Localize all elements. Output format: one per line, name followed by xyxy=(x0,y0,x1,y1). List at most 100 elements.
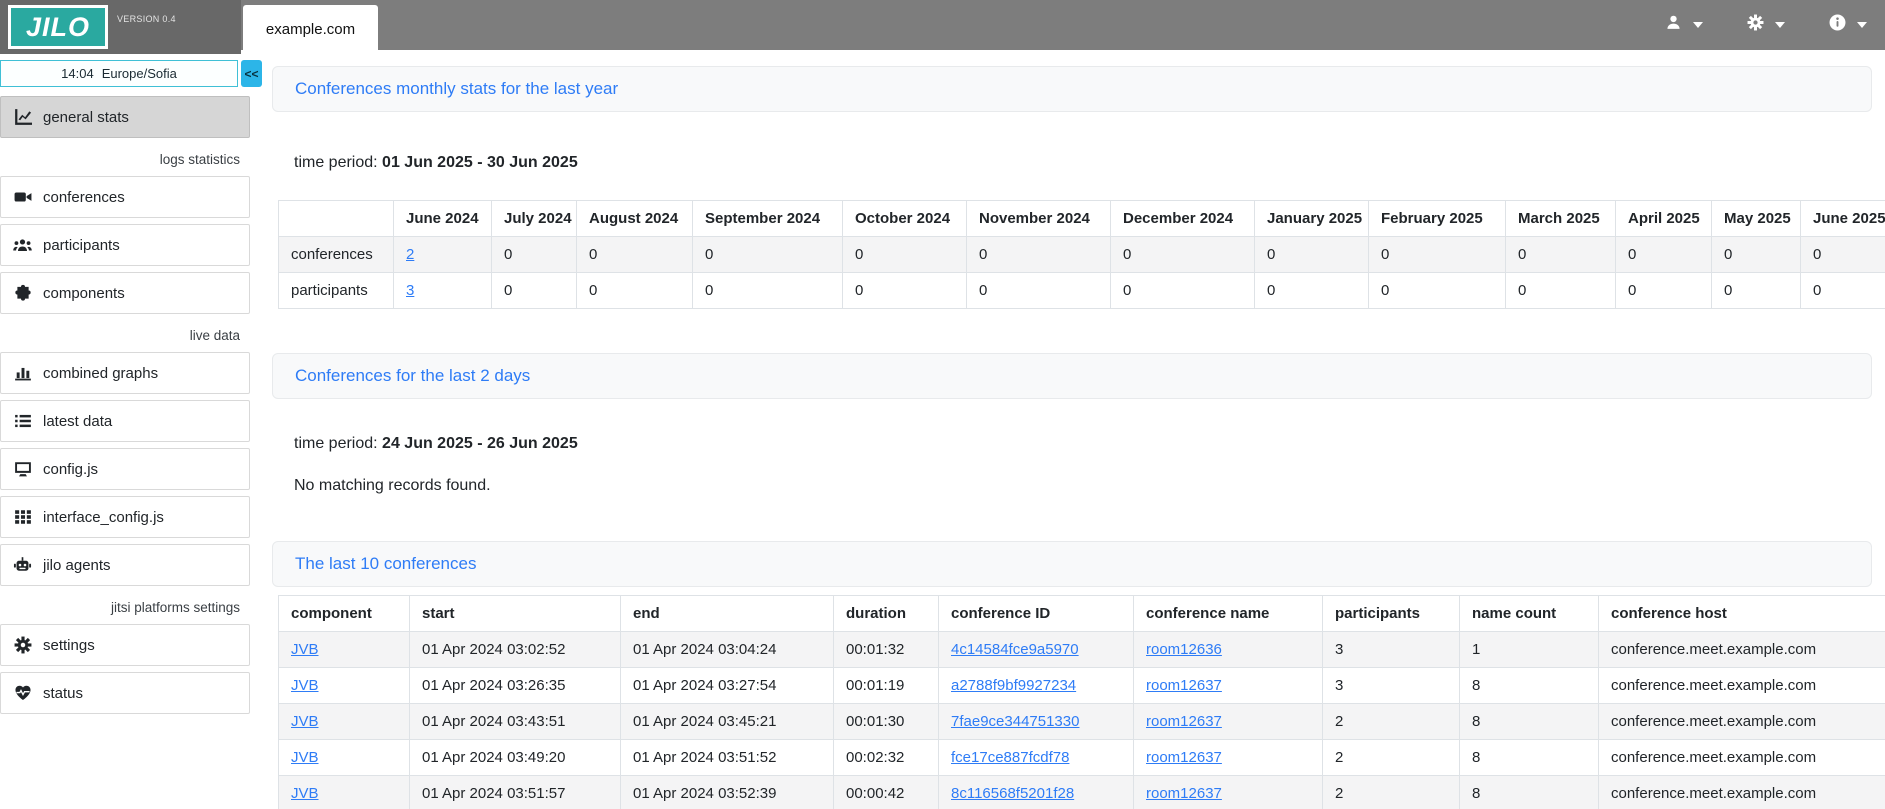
sidebar-item-label: status xyxy=(43,685,83,702)
column-header: June 2024 xyxy=(394,201,492,237)
sidebar-item-conferences[interactable]: conferences xyxy=(0,176,250,218)
platform-tab[interactable]: example.com xyxy=(243,5,378,53)
time-period-label: time period: xyxy=(294,435,378,452)
user-icon xyxy=(1665,14,1682,36)
table-link[interactable]: JVB xyxy=(291,641,319,658)
sidebar-item-general-stats[interactable]: general stats xyxy=(0,96,250,138)
table-cell: 0 xyxy=(843,237,967,273)
users-icon xyxy=(13,236,32,255)
time-period-value: 24 Jun 2025 - 26 Jun 2025 xyxy=(382,435,578,452)
table-link[interactable]: room12637 xyxy=(1146,749,1222,766)
table-cell: conference.meet.example.com xyxy=(1599,776,1885,809)
sidebar-item-label: settings xyxy=(43,637,95,654)
last2days-title-link[interactable]: Conferences for the last 2 days xyxy=(295,366,530,386)
last2days-time-period: time period: 24 Jun 2025 - 26 Jun 2025 xyxy=(294,435,1872,453)
line-chart-icon xyxy=(13,108,32,127)
sidebar-item-jilo-agents[interactable]: jilo agents xyxy=(0,544,250,586)
table-cell: JVB xyxy=(279,704,410,740)
table-link[interactable]: fce17ce887fcdf78 xyxy=(951,749,1069,766)
table-cell: 2 xyxy=(1323,704,1460,740)
table-link[interactable]: JVB xyxy=(291,713,319,730)
table-cell: 0 xyxy=(1369,237,1506,273)
table-cell: a2788f9bf9927234 xyxy=(939,668,1134,704)
clock-time: 14:04 xyxy=(61,66,94,81)
table-cell: 7fae9ce344751330 xyxy=(939,704,1134,740)
time-period-label: time period: xyxy=(294,154,378,171)
monitor-icon xyxy=(13,460,32,479)
monthly-stats-title-link[interactable]: Conferences monthly stats for the last y… xyxy=(295,79,618,99)
table-cell: 8 xyxy=(1460,776,1599,809)
table-cell: 01 Apr 2024 03:51:52 xyxy=(621,740,834,776)
table-cell: 2 xyxy=(1323,776,1460,809)
sidebar-item-label: general stats xyxy=(43,109,129,126)
table-cell: 01 Apr 2024 03:02:52 xyxy=(410,632,621,668)
table-cell: conference.meet.example.com xyxy=(1599,668,1885,704)
table-cell: 01 Apr 2024 03:51:57 xyxy=(410,776,621,809)
table-cell: 0 xyxy=(492,273,577,309)
column-header: October 2024 xyxy=(843,201,967,237)
column-header: May 2025 xyxy=(1712,201,1801,237)
table-cell: 0 xyxy=(1255,237,1369,273)
top-header: JILO VERSION 0.4 example.com xyxy=(0,0,1885,50)
table-cell: 3 xyxy=(394,273,492,309)
table-link[interactable]: 4c14584fce9a5970 xyxy=(951,641,1079,658)
sidebar-item-participants[interactable]: participants xyxy=(0,224,250,266)
table-cell: 0 xyxy=(577,273,693,309)
sidebar-item-combined-graphs[interactable]: combined graphs xyxy=(0,352,250,394)
list-icon xyxy=(13,412,32,431)
sidebar-item-config-js[interactable]: config.js xyxy=(0,448,250,490)
table-cell: 00:00:42 xyxy=(834,776,939,809)
last10-title-link[interactable]: The last 10 conferences xyxy=(295,554,476,574)
table-link[interactable]: 3 xyxy=(406,282,414,299)
sidebar-section-label: live data xyxy=(0,320,250,350)
gear-icon xyxy=(13,636,32,655)
logo-link[interactable]: JILO xyxy=(8,5,108,49)
sidebar-item-components[interactable]: components xyxy=(0,272,250,314)
column-header: conference name xyxy=(1134,596,1323,632)
column-header: July 2024 xyxy=(492,201,577,237)
sidebar-item-label: interface_config.js xyxy=(43,509,164,526)
column-header: participants xyxy=(1323,596,1460,632)
table-link[interactable]: 7fae9ce344751330 xyxy=(951,713,1079,730)
table-cell: participants xyxy=(279,273,394,309)
table-cell: 00:01:30 xyxy=(834,704,939,740)
table-cell: 4c14584fce9a5970 xyxy=(939,632,1134,668)
sidebar-item-latest-data[interactable]: latest data xyxy=(0,400,250,442)
table-cell: 0 xyxy=(967,237,1111,273)
table-link[interactable]: room12637 xyxy=(1146,785,1222,802)
table-link[interactable]: 2 xyxy=(406,246,414,263)
time-period-value: 01 Jun 2025 - 30 Jun 2025 xyxy=(382,154,578,171)
sidebar-collapse-button[interactable]: << xyxy=(241,60,262,87)
table-cell: JVB xyxy=(279,776,410,809)
table-cell: 01 Apr 2024 03:45:21 xyxy=(621,704,834,740)
table-link[interactable]: room12637 xyxy=(1146,713,1222,730)
table-cell: 0 xyxy=(1369,273,1506,309)
sidebar-item-settings[interactable]: settings xyxy=(0,624,250,666)
table-link[interactable]: room12636 xyxy=(1146,641,1222,658)
robot-icon xyxy=(13,556,32,575)
user-menu[interactable] xyxy=(1665,14,1703,36)
info-menu[interactable] xyxy=(1829,14,1867,36)
table-cell: 00:02:32 xyxy=(834,740,939,776)
sidebar-item-status[interactable]: status xyxy=(0,672,250,714)
table-link[interactable]: JVB xyxy=(291,677,319,694)
settings-menu[interactable] xyxy=(1747,14,1785,36)
grid-icon xyxy=(13,508,32,527)
bar-chart-icon xyxy=(13,364,32,383)
column-header: conference host xyxy=(1599,596,1885,632)
table-link[interactable]: a2788f9bf9927234 xyxy=(951,677,1076,694)
table-link[interactable]: JVB xyxy=(291,749,319,766)
last10-conferences-table: componentstartenddurationconference IDco… xyxy=(278,595,1885,809)
table-link[interactable]: room12637 xyxy=(1146,677,1222,694)
column-header xyxy=(279,201,394,237)
table-cell: 0 xyxy=(693,237,843,273)
sidebar-item-interface-config-js[interactable]: interface_config.js xyxy=(0,496,250,538)
table-header-row: componentstartenddurationconference IDco… xyxy=(279,596,1885,632)
table-link[interactable]: JVB xyxy=(291,785,319,802)
sidebar-item-label: config.js xyxy=(43,461,98,478)
table-link[interactable]: 8c116568f5201f28 xyxy=(951,785,1074,802)
sidebar: 14:04 Europe/Sofia << general statslogs … xyxy=(0,50,266,809)
column-header: name count xyxy=(1460,596,1599,632)
table-row: JVB01 Apr 2024 03:26:3501 Apr 2024 03:27… xyxy=(279,668,1885,704)
column-header: March 2025 xyxy=(1506,201,1616,237)
